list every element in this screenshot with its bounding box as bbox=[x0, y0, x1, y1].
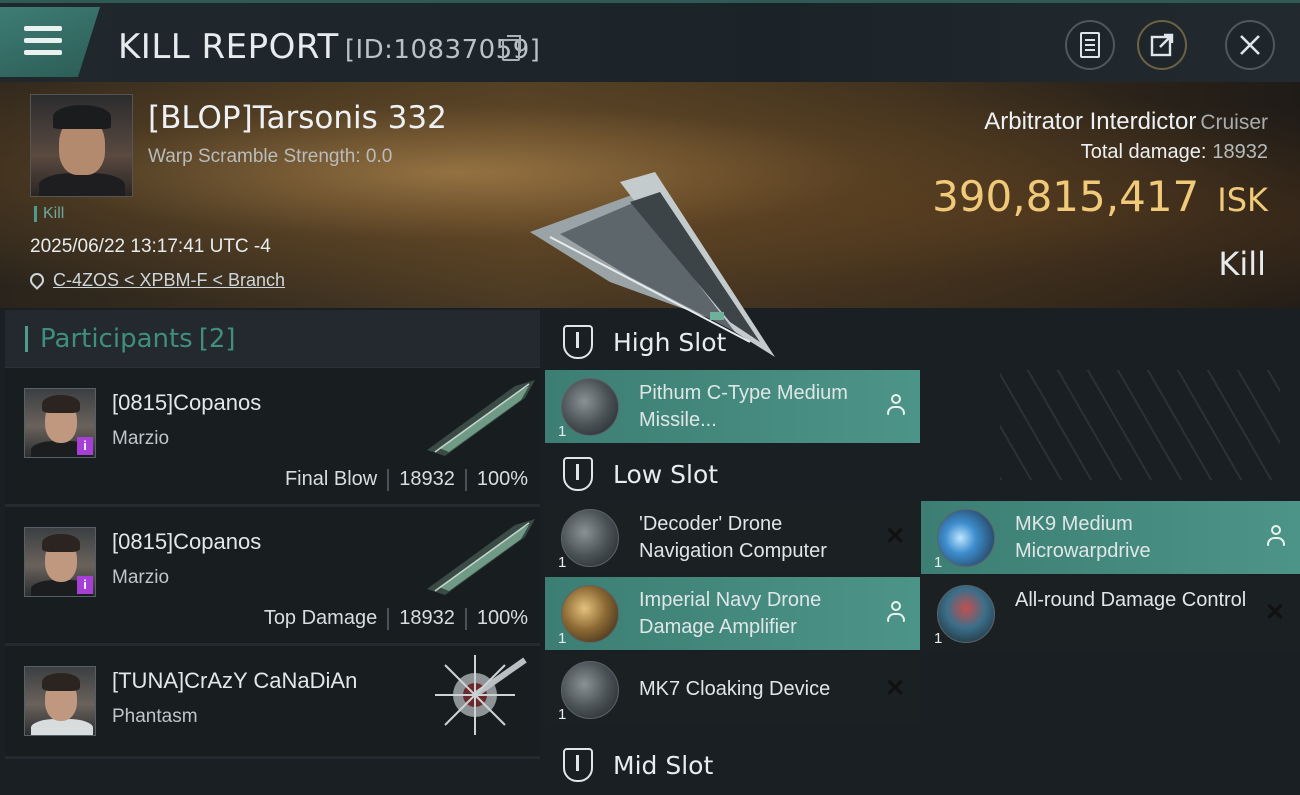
isk-currency: ISK bbox=[1217, 181, 1268, 219]
participant-row[interactable]: i [0815]Copanos Marzio Top Damage 18932 … bbox=[5, 507, 540, 646]
module-quantity: 1 bbox=[934, 630, 943, 647]
cloaking-device-icon bbox=[561, 661, 619, 719]
damage-control-icon bbox=[937, 585, 995, 643]
participant-damage: 18932 bbox=[399, 607, 455, 629]
participants-count: [2] bbox=[198, 323, 236, 354]
page-title: KILL REPORT [ID:10837059] bbox=[118, 27, 540, 67]
participants-panel: Participants [2] i [0815]Copanos Marzio … bbox=[5, 310, 540, 759]
participant-avatar[interactable]: i bbox=[24, 527, 96, 597]
clipboard-icon bbox=[1080, 32, 1100, 58]
participants-header[interactable]: Participants [2] bbox=[5, 310, 540, 368]
location-link[interactable]: C-4ZOS < XPBM-F < Branch bbox=[53, 270, 285, 291]
dropped-person-icon bbox=[886, 601, 906, 623]
module-name: All-round Damage Control bbox=[1015, 589, 1247, 611]
ship-class: Cruiser bbox=[1200, 111, 1268, 134]
participant-row[interactable]: [TUNA]CrAzY CaNaDiAn Phantasm bbox=[5, 646, 540, 759]
participant-name: [TUNA]CrAzY CaNaDiAn bbox=[112, 668, 358, 693]
module-item[interactable]: 1 MK7 Cloaking Device ✕ bbox=[545, 653, 920, 726]
clipboard-button[interactable] bbox=[1065, 20, 1115, 70]
missile-launcher-icon bbox=[561, 378, 619, 436]
menu-icon[interactable] bbox=[24, 24, 62, 58]
kill-tag: Kill bbox=[34, 206, 64, 222]
participant-role: Final Blow bbox=[284, 468, 378, 490]
participant-stats: Final Blow 18932 100% bbox=[285, 468, 528, 491]
location-row[interactable]: C-4ZOS < XPBM-F < Branch bbox=[27, 268, 285, 292]
participant-name: [0815]Copanos bbox=[112, 529, 262, 554]
victim-portrait[interactable] bbox=[30, 94, 133, 197]
participant-damage: 18932 bbox=[399, 468, 455, 490]
copy-icon[interactable] bbox=[502, 35, 521, 61]
share-button[interactable] bbox=[1137, 20, 1187, 70]
location-pin-icon bbox=[27, 270, 47, 290]
participant-percent: 100% bbox=[476, 607, 528, 629]
dropped-person-icon bbox=[1266, 525, 1286, 547]
module-quantity: 1 bbox=[558, 630, 567, 647]
share-icon bbox=[1150, 33, 1174, 57]
kill-datetime: 2025/06/22 13:17:41 UTC -4 bbox=[30, 236, 271, 257]
participant-percent: 100% bbox=[476, 468, 528, 490]
participant-ship: Phantasm bbox=[112, 706, 198, 727]
module-quantity: 1 bbox=[558, 554, 567, 571]
info-badge-icon: i bbox=[77, 437, 93, 455]
module-name: MK9 Medium Microwarpdrive bbox=[1015, 513, 1151, 562]
page-title-text: KILL REPORT bbox=[118, 27, 339, 67]
participant-avatar[interactable] bbox=[24, 666, 96, 736]
destroyed-x-icon: ✕ bbox=[884, 523, 906, 550]
total-damage-label: Total damage: bbox=[1080, 141, 1207, 163]
victim-ship-type[interactable]: Arbitrator Interdictor Cruiser bbox=[984, 108, 1268, 136]
participant-role: Top Damage bbox=[263, 607, 378, 629]
mid-slot-icon bbox=[563, 748, 593, 782]
close-icon bbox=[1240, 35, 1260, 55]
low-slot-label: Low Slot bbox=[613, 459, 719, 489]
module-name: 'Decoder' Drone Navigation Computer bbox=[639, 513, 827, 562]
ship-name: Arbitrator Interdictor bbox=[984, 108, 1197, 135]
module-item[interactable]: 1 All-round Damage Control ✕ bbox=[921, 577, 1300, 650]
module-item[interactable]: 1 Imperial Navy Drone Damage Amplifier bbox=[545, 577, 920, 650]
participant-avatar[interactable]: i bbox=[24, 388, 96, 458]
module-name: Imperial Navy Drone Damage Amplifier bbox=[639, 589, 822, 638]
isk-value: 390,815,417 ISK bbox=[932, 172, 1268, 221]
info-badge-icon: i bbox=[77, 576, 93, 594]
module-item[interactable]: 1 Pithum C-Type Medium Missile... bbox=[545, 370, 920, 443]
victim-name[interactable]: [BLOP]Tarsonis 332 bbox=[148, 100, 447, 136]
dropped-person-icon bbox=[886, 394, 906, 416]
isk-amount: 390,815,417 bbox=[932, 172, 1200, 221]
participant-name: [0815]Copanos bbox=[112, 390, 262, 415]
high-slot-header: High Slot bbox=[545, 312, 726, 372]
high-slot-label: High Slot bbox=[613, 327, 727, 357]
participant-ship: Marzio bbox=[112, 428, 170, 449]
participant-stats: Top Damage 18932 100% bbox=[264, 607, 528, 630]
drone-navigation-computer-icon bbox=[561, 509, 619, 567]
low-slot-header: Low Slot bbox=[545, 444, 718, 504]
total-damage-value: 18932 bbox=[1212, 141, 1268, 163]
destroyed-x-icon: ✕ bbox=[884, 675, 906, 702]
participants-title: Participants bbox=[40, 323, 193, 354]
module-item[interactable]: 1 'Decoder' Drone Navigation Computer ✕ bbox=[545, 501, 920, 574]
mid-slot-header: Mid Slot bbox=[545, 735, 713, 795]
high-slot-icon bbox=[563, 325, 593, 359]
participant-ship-image bbox=[427, 519, 535, 595]
background-pattern bbox=[1000, 370, 1280, 480]
microwarpdrive-icon bbox=[937, 509, 995, 567]
participant-ship: Marzio bbox=[112, 567, 170, 588]
module-item[interactable]: 1 MK9 Medium Microwarpdrive bbox=[921, 501, 1300, 574]
top-bar: KILL REPORT [ID:10837059] bbox=[0, 0, 1300, 82]
low-slot-icon bbox=[563, 457, 593, 491]
mid-slot-label: Mid Slot bbox=[613, 750, 714, 780]
close-button[interactable] bbox=[1225, 20, 1275, 70]
participant-ship-image bbox=[427, 380, 535, 456]
participant-ship-image bbox=[435, 655, 527, 735]
kill-result: Kill bbox=[1218, 245, 1266, 283]
drone-damage-amplifier-icon bbox=[561, 585, 619, 643]
warp-scramble-strength: Warp Scramble Strength: 0.0 bbox=[148, 146, 393, 167]
module-quantity: 1 bbox=[934, 554, 943, 571]
module-quantity: 1 bbox=[558, 706, 567, 723]
module-name: Pithum C-Type Medium Missile... bbox=[639, 382, 848, 431]
module-quantity: 1 bbox=[558, 423, 567, 440]
module-name: MK7 Cloaking Device bbox=[639, 678, 831, 700]
total-damage: Total damage: 18932 bbox=[1081, 141, 1268, 164]
destroyed-x-icon: ✕ bbox=[1264, 599, 1286, 626]
participant-row[interactable]: i [0815]Copanos Marzio Final Blow 18932 … bbox=[5, 368, 540, 507]
